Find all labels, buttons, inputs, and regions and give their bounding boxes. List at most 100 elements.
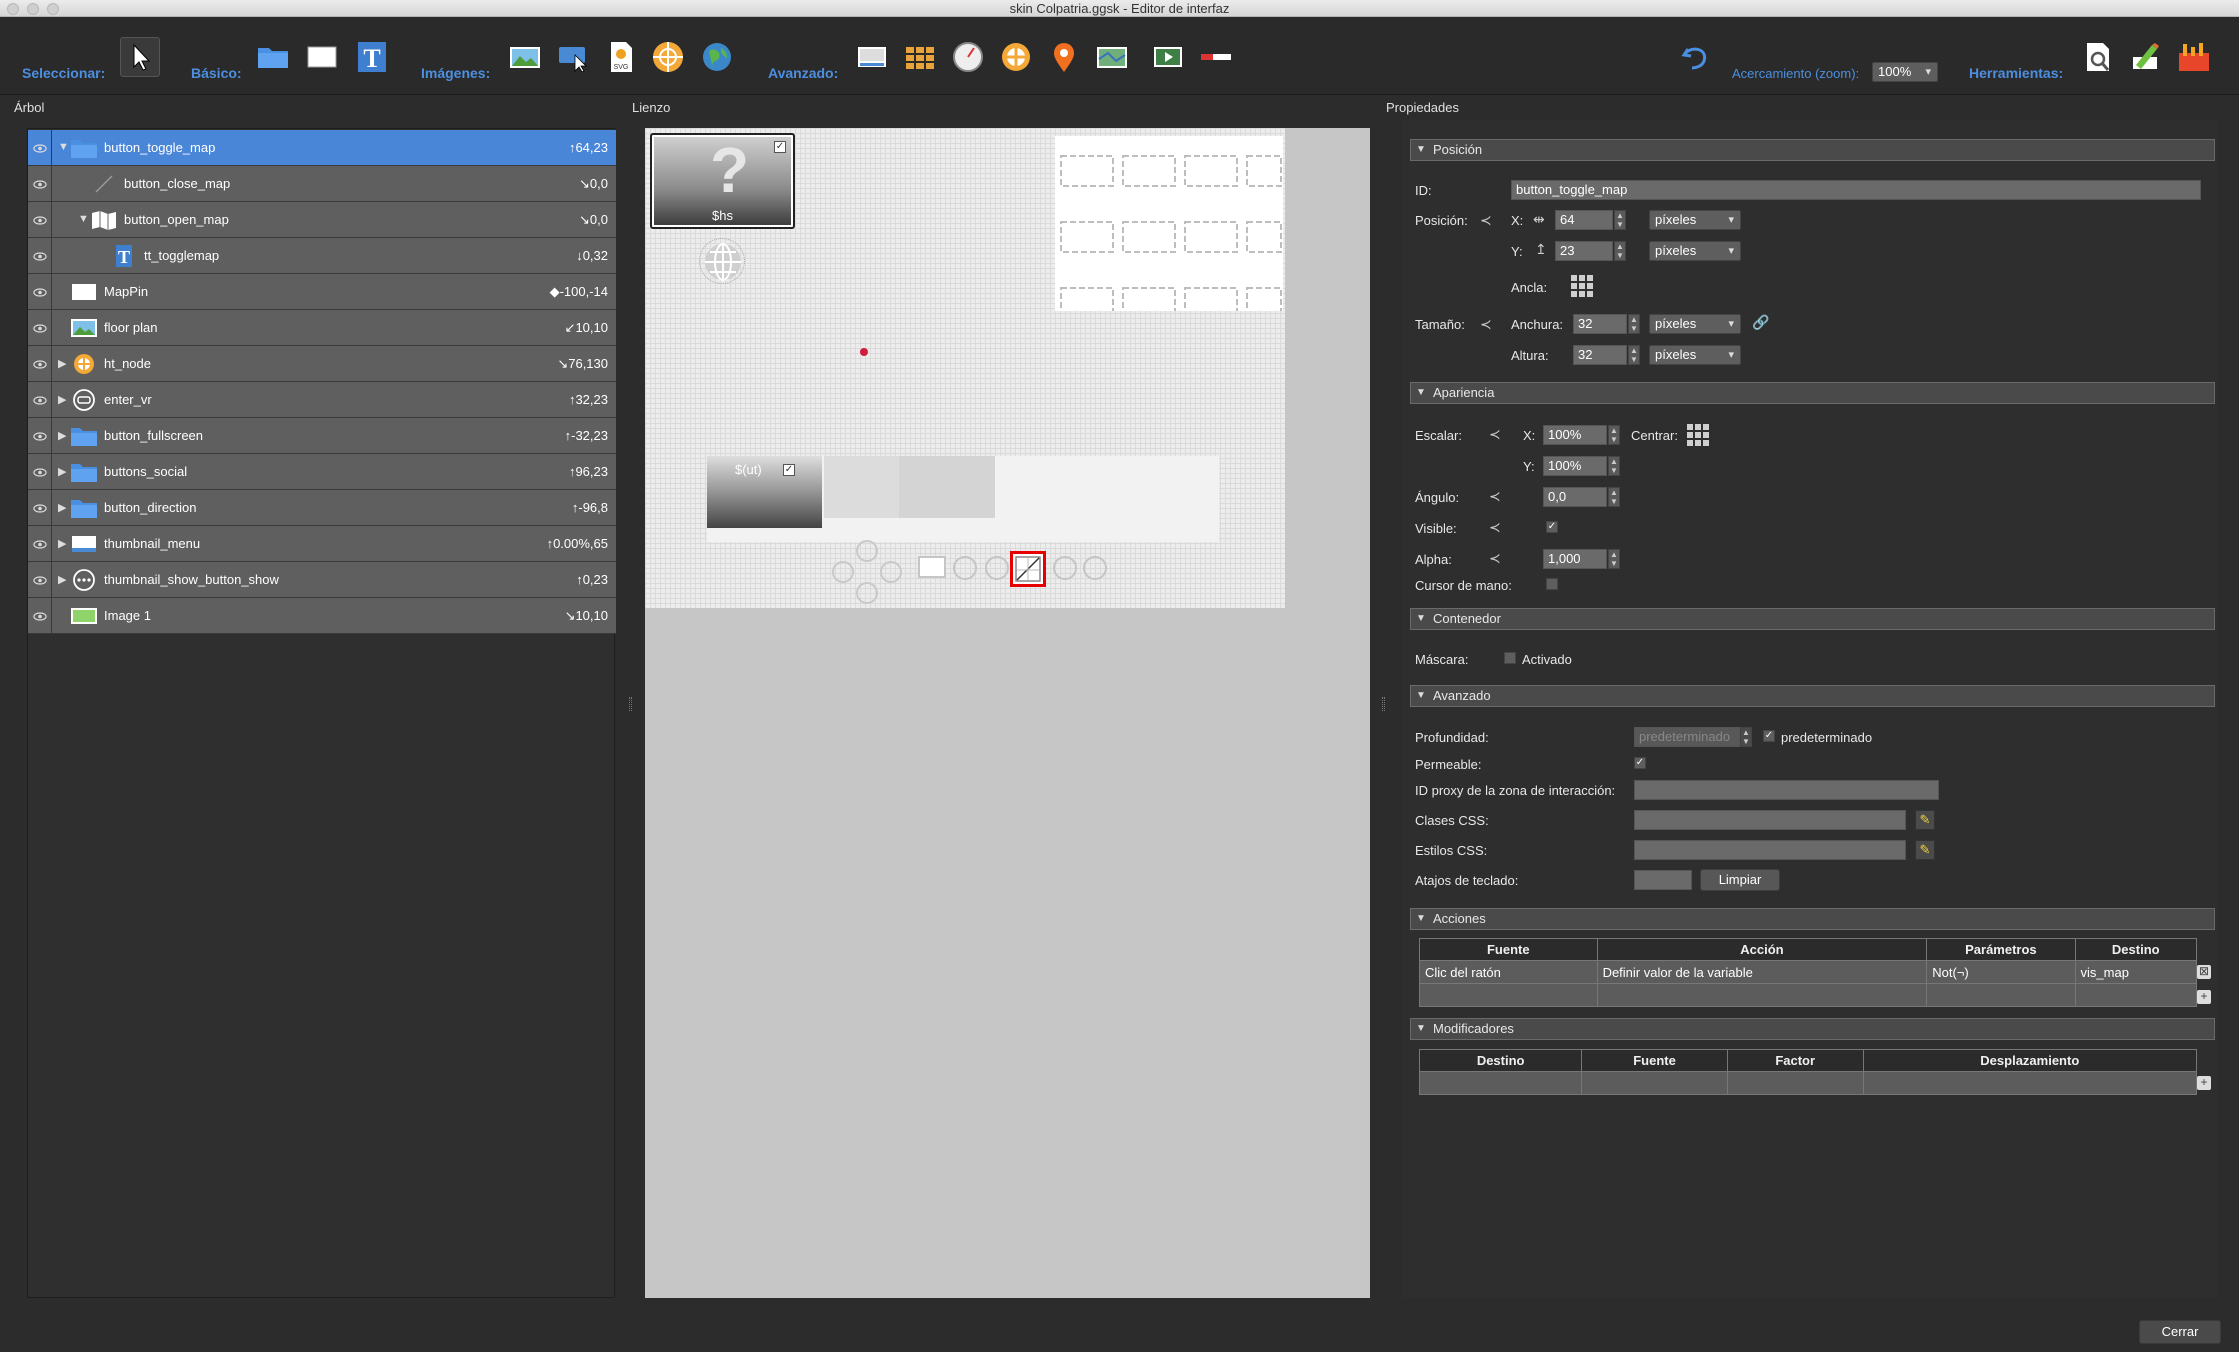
globe-tool-button[interactable] xyxy=(697,37,737,77)
tree-row[interactable]: ▼ button_toggle_map ↑64,23 xyxy=(28,130,616,166)
collapse-triangle-icon[interactable]: ▶ xyxy=(58,537,66,550)
minimize-window-button[interactable] xyxy=(27,3,39,15)
visibility-eye-icon[interactable] xyxy=(28,274,52,310)
more-button[interactable] xyxy=(985,556,1009,580)
progressbar-tool-button[interactable] xyxy=(1196,37,1236,77)
tree-row[interactable]: Image 1 ↘10,10 xyxy=(28,598,616,634)
splitter-handle-left[interactable] xyxy=(629,697,632,711)
tree-row[interactable]: ▶ button_fullscreen ↑-32,23 xyxy=(28,418,616,454)
visibility-eye-icon[interactable] xyxy=(28,562,52,598)
collapse-triangle-icon[interactable]: ▶ xyxy=(58,429,66,442)
scale-y-field[interactable]: 100% xyxy=(1543,456,1607,476)
mask-checkbox[interactable] xyxy=(1504,652,1516,664)
hotspot-thumbnail[interactable]: ? $hs ✓ xyxy=(650,133,795,229)
collapse-triangle-icon[interactable]: ▶ xyxy=(58,393,66,406)
expand-triangle-icon[interactable]: ▼ xyxy=(58,141,69,153)
modifiers-column-header[interactable]: Factor xyxy=(1726,1049,1864,1072)
map-tool-button[interactable] xyxy=(1092,37,1132,77)
actions-column-header[interactable]: Destino xyxy=(2074,938,2198,961)
link-chain-icon[interactable]: 🔗 xyxy=(1752,314,1769,331)
modifiers-empty-row[interactable] xyxy=(1418,1071,2198,1095)
action-cell[interactable]: Not(¬) xyxy=(1926,960,2076,984)
action-cell[interactable]: vis_map xyxy=(2074,960,2198,984)
hotspot-tool-button[interactable] xyxy=(996,37,1036,77)
social-button[interactable] xyxy=(1083,556,1107,580)
shortcuts-field[interactable] xyxy=(1634,870,1692,890)
collapse-triangle-icon[interactable]: ▶ xyxy=(58,573,66,586)
scale-x-field[interactable]: 100% xyxy=(1543,425,1607,445)
collapse-triangle-icon[interactable]: ▶ xyxy=(58,357,66,370)
height-field[interactable]: 32 xyxy=(1573,345,1627,365)
proxy-field[interactable] xyxy=(1634,780,1939,800)
id-field[interactable]: button_toggle_map xyxy=(1511,180,2201,200)
share-icon[interactable]: ≺ xyxy=(1489,488,1501,505)
y-field[interactable]: 23 xyxy=(1555,241,1613,261)
visibility-eye-icon[interactable] xyxy=(28,238,52,274)
close-window-button[interactable] xyxy=(7,3,19,15)
globe-element[interactable] xyxy=(699,238,745,284)
tree-row[interactable]: ▶ thumbnail_menu ↑0.00%,65 xyxy=(28,526,616,562)
video-tool-button[interactable] xyxy=(1148,37,1188,77)
visibility-eye-icon[interactable] xyxy=(28,382,52,418)
thumbnail-checkbox[interactable]: ✓ xyxy=(783,464,795,476)
tree-row[interactable]: Ttt_togglemap ↓0,32 xyxy=(28,238,616,274)
collapse-triangle-icon[interactable]: ▶ xyxy=(58,501,66,514)
scale-y-stepper[interactable]: ▲ ▼ xyxy=(1608,456,1620,476)
depth-stepper[interactable]: ▲ ▼ xyxy=(1740,727,1752,747)
pointer-tool-button[interactable] xyxy=(120,37,160,77)
tree-row[interactable]: MapPin ◆-100,-14 xyxy=(28,274,616,310)
visibility-eye-icon[interactable] xyxy=(28,454,52,490)
x-stepper[interactable]: ▲ ▼ xyxy=(1614,210,1626,230)
modifiers-column-header[interactable]: Fuente xyxy=(1581,1049,1728,1072)
hotspot-image-tool-button[interactable] xyxy=(648,37,688,77)
direction-pad[interactable] xyxy=(830,538,905,606)
actions-column-header[interactable]: Parámetros xyxy=(1926,938,2076,961)
height-unit-dropdown[interactable]: píxeles xyxy=(1649,345,1741,365)
hand-cursor-checkbox[interactable] xyxy=(1546,578,1558,590)
close-button[interactable]: Cerrar xyxy=(2139,1320,2221,1344)
share-icon[interactable]: ≺ xyxy=(1480,316,1492,333)
tree-row[interactable]: ▶ thumbnail_show_button_show ↑0,23 xyxy=(28,562,616,598)
actions-column-header[interactable]: Acción xyxy=(1596,938,1928,961)
height-stepper[interactable]: ▲ ▼ xyxy=(1628,345,1640,365)
tool-edit-button[interactable] xyxy=(2126,37,2166,77)
angle-stepper[interactable]: ▲ ▼ xyxy=(1608,487,1620,507)
depth-field[interactable]: predeterminado xyxy=(1634,727,1740,747)
visibility-eye-icon[interactable] xyxy=(28,202,52,238)
tool-search-button[interactable] xyxy=(2079,37,2119,77)
tree-row[interactable]: ▶ ht_node ↘76,130 xyxy=(28,346,616,382)
vr-button[interactable] xyxy=(953,556,977,580)
position-section-header[interactable]: Posición xyxy=(1410,139,2215,161)
image-tool-button[interactable] xyxy=(505,37,545,77)
zoom-dropdown[interactable]: 100% xyxy=(1872,62,1938,82)
modifiers-column-header[interactable]: Desplazamiento xyxy=(1862,1049,2198,1072)
modifiers-column-header[interactable]: Destino xyxy=(1418,1049,1583,1072)
css-classes-field[interactable] xyxy=(1634,810,1906,830)
action-empty-row[interactable] xyxy=(1419,983,2198,1007)
container-section-header[interactable]: Contenedor xyxy=(1410,608,2215,630)
undo-button[interactable] xyxy=(1676,37,1716,77)
selected-toggle-map-button[interactable] xyxy=(1010,551,1046,587)
add-action-button[interactable]: + xyxy=(2197,990,2211,1004)
actions-section-header[interactable]: Acciones xyxy=(1410,908,2215,930)
map-pin-tool-button[interactable] xyxy=(1044,37,1084,77)
zoom-window-button[interactable] xyxy=(47,3,59,15)
visibility-eye-icon[interactable] xyxy=(28,526,52,562)
x-field[interactable]: 64 xyxy=(1555,210,1613,230)
image-button-tool-button[interactable] xyxy=(553,37,593,77)
visibility-eye-icon[interactable] xyxy=(28,166,52,202)
hotspot-checkbox[interactable]: ✓ xyxy=(774,141,786,153)
visibility-eye-icon[interactable] xyxy=(28,598,52,634)
modifiers-section-header[interactable]: Modificadores xyxy=(1410,1018,2215,1040)
alpha-field[interactable]: 1,000 xyxy=(1543,549,1607,569)
clear-shortcuts-button[interactable]: Limpiar xyxy=(1700,869,1780,891)
thumbnail-tool-button[interactable] xyxy=(852,37,892,77)
floor-plan-element[interactable] xyxy=(1055,136,1283,319)
advanced-section-header[interactable]: Avanzado xyxy=(1410,685,2215,707)
css-styles-field[interactable] xyxy=(1634,840,1906,860)
action-cell[interactable]: Clic del ratón xyxy=(1419,960,1598,984)
splitter-handle-right[interactable] xyxy=(1382,697,1385,711)
tree-row[interactable]: ▼ button_open_map ↘0,0 xyxy=(28,202,616,238)
add-modifier-button[interactable]: + xyxy=(2197,1076,2211,1090)
actions-column-header[interactable]: Fuente xyxy=(1419,938,1598,961)
